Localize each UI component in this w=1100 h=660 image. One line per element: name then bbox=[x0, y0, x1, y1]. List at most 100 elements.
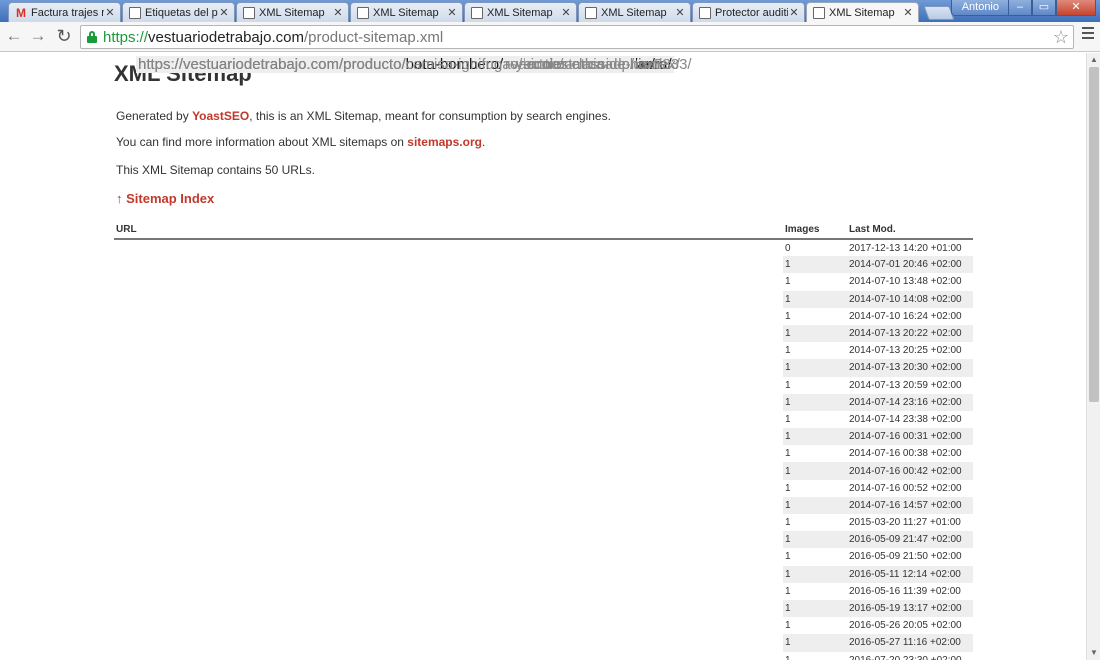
tab-label: XML Sitemap bbox=[487, 6, 553, 19]
table-row: https://vestuariodetrabajo.com/producto/… bbox=[114, 56, 973, 274]
tab-5[interactable]: XML Sitemap ✕ bbox=[578, 2, 691, 22]
table-row: https://vestuariodetrabajo.com/producto/… bbox=[114, 56, 973, 359]
vertical-scrollbar[interactable]: ▲ ▼ bbox=[1086, 53, 1100, 660]
tab-6[interactable]: Protector auditiv ✕ bbox=[692, 2, 805, 22]
images-cell: 1 bbox=[783, 462, 847, 480]
table-row: https://vestuariodetrabajo.com/producto/… bbox=[114, 56, 973, 325]
page-viewport: XML Sitemap Generated by YoastSEO, this … bbox=[0, 53, 1086, 660]
table-row: https://vestuariodetrabajo.com/producto/… bbox=[114, 56, 973, 411]
header-last-mod: Last Mod. bbox=[847, 224, 973, 240]
images-cell: 1 bbox=[783, 652, 847, 660]
images-cell: 1 bbox=[783, 531, 847, 549]
url-path: /product-sitemap.xml bbox=[303, 29, 444, 46]
table-row: https://vestuariodetrabajo.com/producto/… bbox=[114, 56, 973, 514]
table-row: https://vestuariodetrabajo.com/producto/… bbox=[114, 56, 973, 480]
table-header-row: URL Images Last Mod. bbox=[114, 224, 973, 240]
last-mod-cell: 2016-05-11 12:14 +02:00 bbox=[847, 565, 973, 583]
scroll-up-arrow-icon[interactable]: ▲ bbox=[1089, 55, 1099, 65]
table-row: https://vestuariodetrabajo.com/producto/… bbox=[114, 56, 973, 618]
tab-close-icon[interactable]: ✕ bbox=[218, 6, 230, 19]
last-mod-cell: 2016-05-19 13:17 +02:00 bbox=[847, 599, 973, 618]
url-cell[interactable]: https://vestuariodetrabajo.com/producto/… bbox=[136, 56, 682, 73]
sitemap-index-link[interactable]: ↑ Sitemap Index bbox=[116, 191, 974, 207]
images-cell: 1 bbox=[785, 517, 791, 529]
images-cell: 1 bbox=[785, 379, 791, 391]
info-text: You can find more information about XML … bbox=[116, 135, 486, 149]
last-mod-cell: 2014-07-13 20:59 +02:00 bbox=[849, 379, 962, 391]
tab-close-icon[interactable]: ✕ bbox=[674, 6, 686, 19]
images-cell: 1 bbox=[783, 290, 847, 308]
tab-close-icon[interactable]: ✕ bbox=[104, 6, 116, 19]
last-mod-cell: 2014-07-16 14:57 +02:00 bbox=[847, 496, 973, 514]
images-cell: 1 bbox=[785, 413, 791, 425]
document-icon bbox=[471, 6, 483, 19]
back-arrow-icon[interactable]: ← bbox=[4, 26, 24, 46]
tab-7[interactable]: XML Sitemap ✕ bbox=[806, 2, 919, 22]
images-cell: 0 bbox=[785, 242, 791, 254]
table-row: https://vestuariodetrabajo.com/producto/… bbox=[114, 56, 973, 394]
user-profile-button[interactable]: Antonio bbox=[950, 0, 1010, 16]
sitemaps-org-link[interactable]: sitemaps.org bbox=[407, 135, 482, 149]
tab-label: XML Sitemap bbox=[829, 6, 895, 19]
images-cell: 1 bbox=[783, 256, 847, 274]
forward-arrow-icon[interactable]: → bbox=[28, 26, 48, 46]
images-cell: 1 bbox=[785, 585, 791, 597]
tab-close-icon[interactable]: ✕ bbox=[332, 6, 344, 19]
images-cell: 1 bbox=[783, 565, 847, 583]
browser-toolbar: ← → ↻ https://vestuariodetrabajo.com/pro… bbox=[0, 22, 1100, 52]
last-mod-cell: 2014-07-13 20:22 +02:00 bbox=[847, 324, 973, 343]
images-cell: 1 bbox=[783, 428, 847, 446]
url-host: vestuariodetrabajo.com bbox=[148, 29, 304, 46]
last-mod-cell: 2016-05-09 21:50 +02:00 bbox=[849, 551, 962, 563]
last-mod-cell: 2014-07-13 20:30 +02:00 bbox=[847, 359, 973, 377]
lock-icon bbox=[87, 31, 97, 43]
tab-close-icon[interactable]: ✕ bbox=[788, 6, 800, 19]
close-window-button[interactable]: ✕ bbox=[1056, 0, 1096, 16]
url-scheme: https:// bbox=[103, 29, 149, 46]
images-cell: 1 bbox=[783, 599, 847, 618]
tab-1[interactable]: Etiquetas del pro✕ bbox=[122, 2, 235, 22]
table-row: https://vestuariodetrabajo.com/producto/… bbox=[114, 56, 973, 290]
images-cell: 1 bbox=[785, 551, 791, 563]
tab-close-icon[interactable]: ✕ bbox=[560, 6, 572, 19]
url-count-text: This XML Sitemap contains 50 URLs. bbox=[116, 163, 315, 177]
last-mod-cell: 2014-07-16 00:31 +02:00 bbox=[847, 428, 973, 446]
yoast-link[interactable]: YoastSEO bbox=[192, 109, 249, 123]
tab-label: Protector auditiv bbox=[715, 6, 788, 19]
scroll-down-arrow-icon[interactable]: ▼ bbox=[1089, 648, 1099, 658]
tab-4[interactable]: XML Sitemap ✕ bbox=[464, 2, 577, 22]
menu-icon[interactable] bbox=[1082, 27, 1094, 39]
minimize-button[interactable]: – bbox=[1008, 0, 1032, 16]
last-mod-cell: 2015-03-20 11:27 +01:00 bbox=[849, 517, 961, 529]
tab-close-icon[interactable]: ✕ bbox=[902, 6, 914, 19]
last-mod-cell: 2014-07-14 23:16 +02:00 bbox=[847, 393, 973, 411]
table-row: https://vestuariodetrabajo.com/tienda/02… bbox=[114, 56, 973, 256]
header-url: URL bbox=[114, 224, 783, 240]
document-icon bbox=[585, 6, 597, 19]
tab-2[interactable]: XML Sitemap ✕ bbox=[236, 2, 349, 22]
address-url[interactable]: https://vestuariodetrabajo.com/product-s… bbox=[103, 29, 443, 47]
reload-icon[interactable]: ↻ bbox=[54, 26, 74, 46]
last-mod-cell: 2016-05-09 21:47 +02:00 bbox=[847, 531, 973, 549]
tab-0[interactable]: M Factura trajes re ✕ bbox=[8, 2, 121, 22]
new-tab-button[interactable] bbox=[923, 6, 955, 20]
images-cell: 1 bbox=[785, 482, 791, 494]
window-controls: – ▭ ✕ bbox=[1008, 0, 1096, 16]
tab-label: Factura trajes re bbox=[31, 6, 104, 19]
images-cell: 1 bbox=[785, 276, 791, 288]
last-mod-cell: 2014-07-13 20:25 +02:00 bbox=[849, 345, 962, 357]
last-mod-cell: 2016-05-27 11:16 +02:00 bbox=[847, 634, 973, 652]
images-cell: 1 bbox=[783, 359, 847, 377]
table-row: https://vestuariodetrabajo.com/producto/… bbox=[114, 56, 973, 343]
tab-label: XML Sitemap bbox=[373, 6, 439, 19]
images-cell: 1 bbox=[785, 345, 791, 357]
tab-close-icon[interactable]: ✕ bbox=[446, 6, 458, 19]
table-row: https://vestuariodetrabajo.com/producto/… bbox=[114, 56, 973, 660]
last-mod-cell: 2014-07-14 23:38 +02:00 bbox=[849, 413, 962, 425]
tab-3[interactable]: XML Sitemap ✕ bbox=[350, 2, 463, 22]
scrollbar-thumb[interactable] bbox=[1089, 67, 1099, 402]
last-mod-cell: 2014-07-01 20:46 +02:00 bbox=[847, 256, 973, 274]
maximize-button[interactable]: ▭ bbox=[1032, 0, 1056, 16]
bookmark-star-icon[interactable]: ☆ bbox=[1053, 27, 1069, 47]
address-bar[interactable]: https://vestuariodetrabajo.com/product-s… bbox=[80, 25, 1074, 49]
